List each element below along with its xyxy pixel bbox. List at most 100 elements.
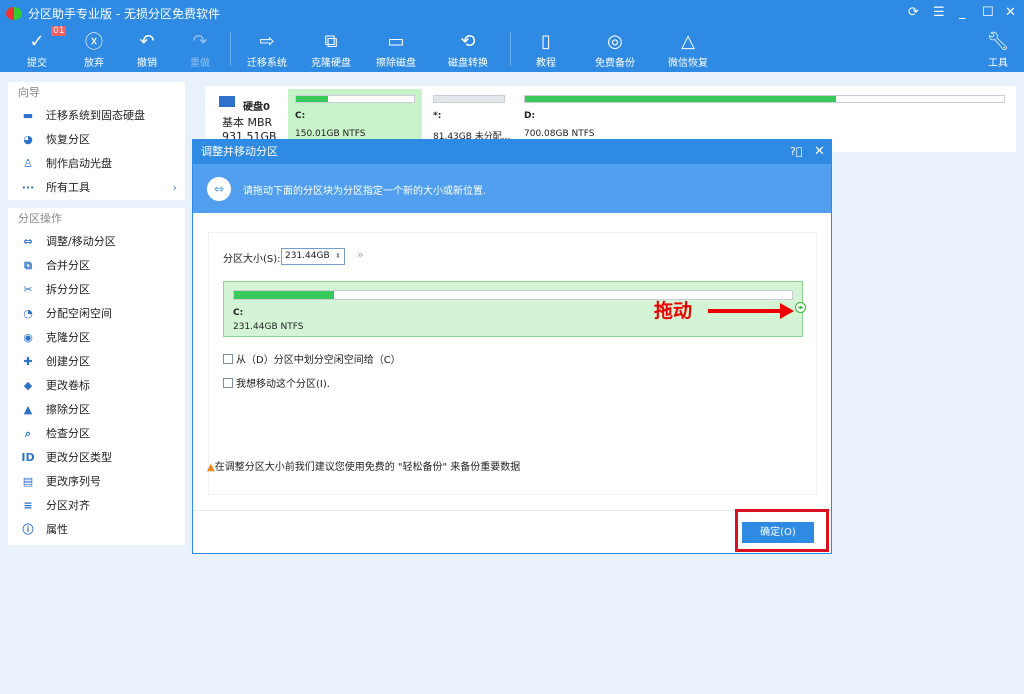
app-title: 分区助手专业版 - 无损分区免费软件 — [28, 5, 220, 22]
spinner-arrows-icon[interactable]: ⬍ — [335, 249, 341, 264]
label: 克隆硬盘 — [311, 58, 351, 69]
allocate-space-icon: ◔ — [20, 302, 36, 326]
label: 撤销 — [137, 58, 157, 69]
sidebar-item-clone[interactable]: ◉克隆分区 — [8, 326, 185, 350]
disk-name: 硬盘0 — [243, 98, 270, 113]
sidebar-item-split[interactable]: ✂拆分分区 — [8, 278, 185, 302]
warning-icon: ▲ — [207, 462, 215, 473]
maximize-button[interactable]: ☐ — [982, 5, 994, 20]
toolbar: ✓提交 01 ⓧ放弃 ↶撤销 ↷重做 ⇨迁移系统 ⧉克隆硬盘 ▭ 擦除磁盘 ⟲ 磁盘… — [0, 28, 1024, 72]
chevron-right-icon: › — [173, 176, 177, 200]
dialog-close-button[interactable]: ✕ — [814, 140, 825, 164]
resize-handle[interactable]: ◂▸ — [795, 302, 806, 313]
close-button[interactable]: ✕ — [1005, 5, 1016, 20]
discard-icon: ⓧ — [64, 28, 124, 54]
sidebar-item-change-label[interactable]: ◆更改卷标 — [8, 374, 185, 398]
checkbox-allocate-from-d[interactable]: 从（D）分区中划分空闲空间给（C） — [223, 351, 401, 366]
backup-icon: ◎ — [585, 28, 645, 54]
size-spinbox[interactable]: 231.44GB ⬍ — [281, 248, 345, 265]
letter: C: — [295, 111, 415, 121]
sidebar-item-properties[interactable]: ⓘ 属性 — [8, 518, 185, 542]
sidebar-item-check[interactable]: ⌕检查分区 — [8, 422, 185, 446]
title-bar: 分区助手专业版 - 无损分区免费软件 ⟳ ☰ _ ☐ ✕ — [0, 0, 1024, 28]
clone-disk-button[interactable]: ⧉克隆硬盘 — [301, 28, 361, 69]
highlight-box — [735, 509, 829, 552]
divider — [510, 32, 511, 66]
sidebar-item-create[interactable]: ✚创建分区 — [8, 350, 185, 374]
sidebar-item-wipe[interactable]: ▲ 擦除分区 — [8, 398, 185, 422]
label: 恢复分区 — [46, 128, 90, 152]
partition-ops-panel: 分区操作 ⇔调整/移动分区⧉合并分区✂拆分分区◔分配空闲空间◉克隆分区✚创建分区… — [8, 208, 185, 545]
drag-annotation: 拖动 — [654, 296, 692, 323]
info: 231.44GB NTFS — [233, 322, 793, 332]
label: 制作启动光盘 — [46, 152, 112, 176]
label: 属性 — [46, 518, 68, 542]
wipe-icon: ▲ — [20, 398, 36, 422]
wizard-panel: 向导 ▬迁移系统到固态硬盘 ◕恢复分区 ♙制作启动光盘 ···所有工具› — [8, 82, 185, 200]
sidebar-item-recover-partition[interactable]: ◕恢复分区 — [8, 128, 185, 152]
expand-chevron-icon[interactable]: » — [357, 248, 364, 261]
info: 700.08GB NTFS — [524, 129, 1005, 139]
label: 擦除磁盘 — [376, 58, 416, 69]
sidebar-item-allocate-space[interactable]: ◔分配空闲空间 — [8, 302, 185, 326]
size-value: 231.44GB — [285, 251, 330, 261]
label: 磁盘转换 — [448, 58, 488, 69]
change-serial-icon: ▤ — [20, 470, 36, 494]
checkbox[interactable] — [223, 354, 233, 364]
label: 擦除分区 — [46, 398, 90, 422]
sidebar-item-resize-move[interactable]: ⇔调整/移动分区 — [8, 230, 185, 254]
sidebar-item-boot-disc[interactable]: ♙制作启动光盘 — [8, 152, 185, 176]
minimize-button[interactable]: _ — [959, 5, 966, 20]
sidebar-item-migrate-ssd[interactable]: ▬迁移系统到固态硬盘 — [8, 104, 185, 128]
tutorial-button[interactable]: ▯教程 — [516, 28, 576, 69]
convert-disk-icon: ⟲ — [438, 28, 498, 54]
label: 调整/移动分区 — [46, 230, 116, 254]
more-icon: ··· — [20, 176, 36, 200]
disk-icon — [219, 96, 235, 107]
label: 创建分区 — [46, 350, 90, 374]
label: 提交 — [27, 58, 47, 69]
annotation-arrow — [708, 309, 784, 313]
label: 更改序列号 — [46, 470, 101, 494]
label: 更改分区类型 — [46, 446, 112, 470]
migrate-os-button[interactable]: ⇨迁移系统 — [237, 28, 297, 69]
free-backup-button[interactable]: ◎免费备份 — [585, 28, 645, 69]
undo-button[interactable]: ↶撤销 — [117, 28, 177, 69]
label: 所有工具 — [46, 176, 90, 200]
dialog-content: 分区大小(S): 231.44GB ⬍ » C: 231.44GB NTFS ◂… — [208, 232, 817, 495]
sidebar-item-all-tools[interactable]: ··· 所有工具 › — [8, 176, 185, 200]
wipe-disk-icon: ▭ — [366, 28, 426, 54]
label: 检查分区 — [46, 422, 90, 446]
info: 150.01GB NTFS — [295, 129, 415, 139]
sidebar-item-change-serial[interactable]: ▤ 更改序列号 — [8, 470, 185, 494]
sidebar-item-align[interactable]: ≡分区对齐 — [8, 494, 185, 518]
redo-icon: ↷ — [170, 28, 230, 54]
wipe-disk-button[interactable]: ▭ 擦除磁盘 — [366, 28, 426, 69]
partition-block-c[interactable]: C: 231.44GB NTFS ◂▸ 拖动 — [223, 281, 803, 337]
sidebar-item-merge[interactable]: ⧉合并分区 — [8, 254, 185, 278]
dialog-title-bar: 调整并移动分区 ?⃝ ✕ — [193, 140, 831, 164]
warning-text: 在调整分区大小前我们建议您使用免费的 "轻松备份" 来备份重要数据 — [215, 462, 521, 473]
ops-heading: 分区操作 — [8, 208, 185, 230]
submit-button[interactable]: ✓提交 01 — [7, 28, 67, 69]
refresh-icon[interactable]: ⟳ — [908, 5, 919, 20]
checkbox[interactable] — [223, 378, 233, 388]
resize-move-dialog: 调整并移动分区 ?⃝ ✕ ⇔ 请拖动下面的分区块为分区指定一个新的大小或新位置.… — [192, 139, 832, 554]
usage-bar — [233, 290, 793, 300]
checkbox-move-partition[interactable]: 我想移动这个分区(I). — [223, 375, 330, 390]
wechat-recovery-button[interactable]: △微信恢复 — [658, 28, 718, 69]
migrate-icon: ⇨ — [237, 28, 297, 54]
help-icon[interactable]: ?⃝ — [790, 140, 802, 164]
sidebar-item-change-type[interactable]: ID更改分区类型 — [8, 446, 185, 470]
convert-disk-button[interactable]: ⟲ 磁盘转换 — [438, 28, 498, 69]
discard-button[interactable]: ⓧ放弃 — [64, 28, 124, 69]
book-icon: ▯ — [516, 28, 576, 54]
properties-icon: ⓘ — [20, 518, 36, 542]
redo-button[interactable]: ↷重做 — [170, 28, 230, 69]
tools-button[interactable]: 🔧︎工具 — [968, 28, 1024, 69]
dialog-title: 调整并移动分区 — [201, 145, 278, 158]
menu-icon[interactable]: ☰ — [933, 5, 945, 20]
resize-partition-icon: ⇔ — [207, 177, 231, 201]
label: 拆分分区 — [46, 278, 90, 302]
letter: *: — [433, 111, 505, 121]
